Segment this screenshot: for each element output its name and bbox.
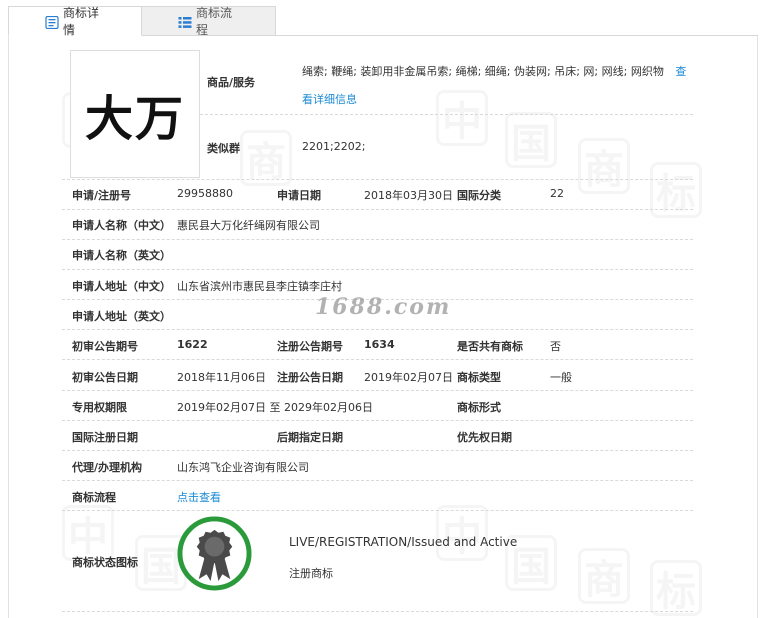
- apply-date-value: 2018年03月30日: [364, 189, 453, 202]
- tab-label: 商标详情: [63, 6, 100, 37]
- apply-date-label: 申请日期: [277, 189, 321, 202]
- exclusive-value: 2019年02月07日 至 2029年02月06日: [177, 401, 373, 414]
- applicant-en-label: 申请人名称（英文）: [72, 249, 171, 262]
- prelim-no-value: 1622: [177, 338, 208, 351]
- watermark-char: 商: [240, 130, 292, 186]
- divider: [62, 480, 693, 481]
- intl-reg-date-label: 国际注册日期: [72, 431, 138, 444]
- applicant-cn-label: 申请人名称（中文）: [72, 219, 171, 232]
- trademark-logo: 大万: [70, 50, 200, 178]
- list-icon: [178, 17, 192, 28]
- prelim-date-value: 2018年11月06日: [177, 371, 266, 384]
- divider: [62, 420, 693, 421]
- tm-type-value: 一般: [550, 371, 572, 384]
- prelim-no-label: 初审公告期号: [72, 340, 138, 353]
- watermark-char: 国: [505, 112, 557, 168]
- divider: [62, 209, 693, 210]
- similar-groups-label: 类似群: [207, 142, 240, 155]
- document-icon: [45, 16, 59, 29]
- tm-form-label: 商标形式: [457, 401, 501, 414]
- watermark-char: 中: [436, 505, 488, 561]
- tab-bar: 商标详情 商标流程: [8, 6, 276, 37]
- tab-trademark-process[interactable]: 商标流程: [142, 6, 276, 37]
- divider: [200, 114, 693, 115]
- reg-notice-date-value: 2019年02月07日: [364, 371, 453, 384]
- shared-label: 是否共有商标: [457, 340, 523, 353]
- status-cn-value: 注册商标: [289, 567, 333, 580]
- watermark-text: 1688.com: [315, 294, 452, 320]
- status-en-value: LIVE/REGISTRATION/Issued and Active: [289, 535, 518, 549]
- watermark-char: 商: [578, 138, 630, 194]
- agent-value: 山东鸿飞企业咨询有限公司: [177, 461, 309, 474]
- intl-class-label: 国际分类: [457, 189, 501, 202]
- process-label: 商标流程: [72, 491, 116, 504]
- divider: [62, 239, 693, 240]
- divider: [62, 329, 693, 330]
- reg-notice-no-value: 1634: [364, 338, 395, 351]
- exclusive-label: 专用权期限: [72, 401, 127, 414]
- registered-badge-icon: [177, 516, 252, 591]
- goods-value: 绳索; 鞭绳; 装卸用非金属吊索; 绳梯; 细绳; 伪装网; 吊床; 网; 网线…: [302, 58, 697, 114]
- prelim-date-label: 初审公告日期: [72, 371, 138, 384]
- goods-list: 绳索; 鞭绳; 装卸用非金属吊索; 绳梯; 细绳; 伪装网; 吊床; 网; 网线…: [302, 65, 664, 78]
- address-cn-label: 申请人地址（中文）: [72, 280, 171, 293]
- tm-type-label: 商标类型: [457, 371, 501, 384]
- divider: [62, 390, 693, 391]
- address-cn-value: 山东省滨州市惠民县李庄镇李庄村: [177, 280, 342, 293]
- address-en-label: 申请人地址（英文）: [72, 310, 171, 323]
- divider: [62, 611, 693, 612]
- view-process-link[interactable]: 点击查看: [177, 489, 221, 505]
- divider: [62, 450, 693, 451]
- tab-label: 商标流程: [196, 6, 233, 37]
- intl-class-value: 22: [550, 187, 564, 200]
- similar-groups-value: 2201;2202;: [302, 140, 366, 153]
- reg-notice-no-label: 注册公告期号: [277, 340, 343, 353]
- divider: [62, 510, 693, 511]
- goods-label: 商品/服务: [207, 76, 256, 89]
- shared-value: 否: [550, 340, 561, 353]
- tab-trademark-details[interactable]: 商标详情: [8, 6, 142, 37]
- reg-no-label: 申请/注册号: [72, 189, 132, 202]
- divider: [62, 179, 693, 180]
- status-icon-label: 商标状态图标: [72, 556, 138, 569]
- applicant-cn-value: 惠民县大万化纤绳网有限公司: [177, 219, 320, 232]
- agent-label: 代理/办理机构: [72, 461, 143, 474]
- divider: [62, 359, 693, 360]
- later-date-label: 后期指定日期: [277, 431, 343, 444]
- watermark-char: 中: [62, 505, 114, 561]
- divider: [62, 269, 693, 270]
- watermark-char: 标: [650, 560, 702, 616]
- reg-notice-date-label: 注册公告日期: [277, 371, 343, 384]
- reg-no-value: 29958880: [177, 187, 233, 200]
- priority-date-label: 优先权日期: [457, 431, 512, 444]
- watermark-char: 商: [578, 548, 630, 604]
